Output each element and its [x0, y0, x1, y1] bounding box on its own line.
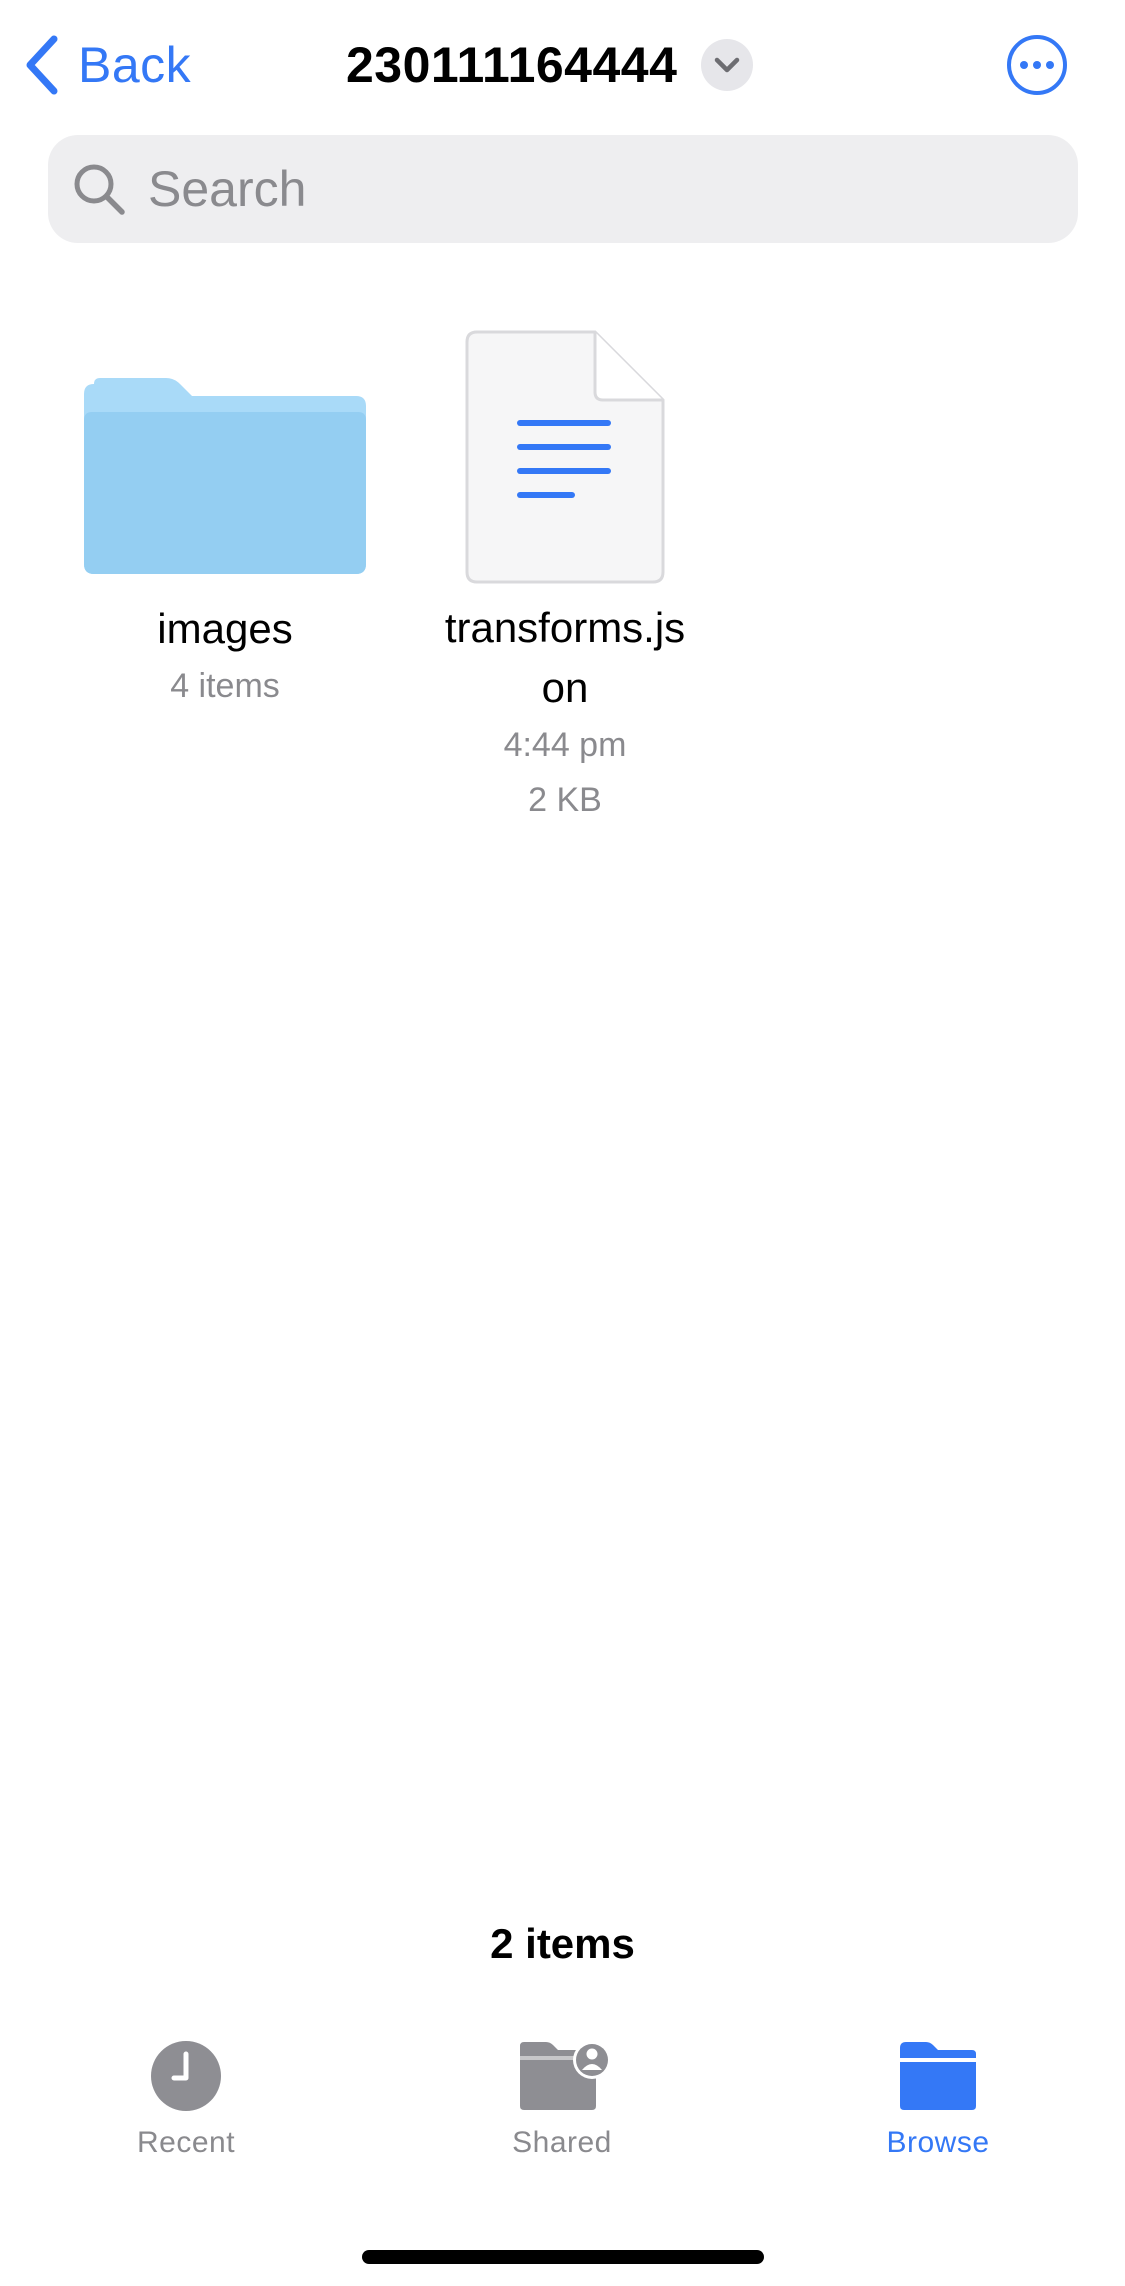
- search-bar[interactable]: [48, 135, 1078, 243]
- ellipsis-circle-icon: [1007, 35, 1067, 95]
- chevron-down-icon: [701, 39, 754, 91]
- back-button[interactable]: Back: [24, 30, 191, 100]
- shared-folder-icon: [520, 2041, 611, 2110]
- tab-shared[interactable]: Shared: [462, 2040, 662, 2160]
- folder-title-menu[interactable]: 230111164444: [346, 30, 754, 100]
- item-size: 2 KB: [528, 781, 602, 819]
- clock-icon: [151, 2041, 221, 2111]
- grid-item-images[interactable]: images 4 items: [80, 370, 370, 714]
- folder-icon: [84, 378, 366, 574]
- item-count: 4 items: [170, 667, 280, 705]
- grid-item-transforms-json[interactable]: transforms.js on 4:44 pm 2 KB: [410, 330, 720, 828]
- navigation-bar: Back 230111164444: [0, 0, 1125, 130]
- item-name: images: [157, 605, 293, 652]
- tab-bar: Recent Shared Browse: [0, 2040, 1125, 2200]
- text-document-icon: [465, 330, 665, 584]
- tab-label: Recent: [136, 2126, 236, 2159]
- tab-label: Shared: [512, 2126, 612, 2159]
- tab-recent[interactable]: Recent: [86, 2040, 286, 2160]
- search-icon: [74, 164, 125, 215]
- folder-icon: [900, 2042, 976, 2110]
- page-title: 230111164444: [346, 37, 678, 93]
- back-label: Back: [78, 37, 192, 93]
- item-name: transforms.js on: [444, 604, 686, 711]
- tab-label: Browse: [886, 2126, 990, 2159]
- home-indicator[interactable]: [362, 2250, 764, 2264]
- item-modified-time: 4:44 pm: [503, 726, 627, 764]
- tab-browse[interactable]: Browse: [838, 2040, 1038, 2160]
- item-count-footer: 2 items: [490, 1920, 635, 1967]
- chevron-left-icon: [26, 35, 58, 95]
- more-options-button[interactable]: [1006, 34, 1068, 96]
- search-input[interactable]: [146, 159, 1050, 219]
